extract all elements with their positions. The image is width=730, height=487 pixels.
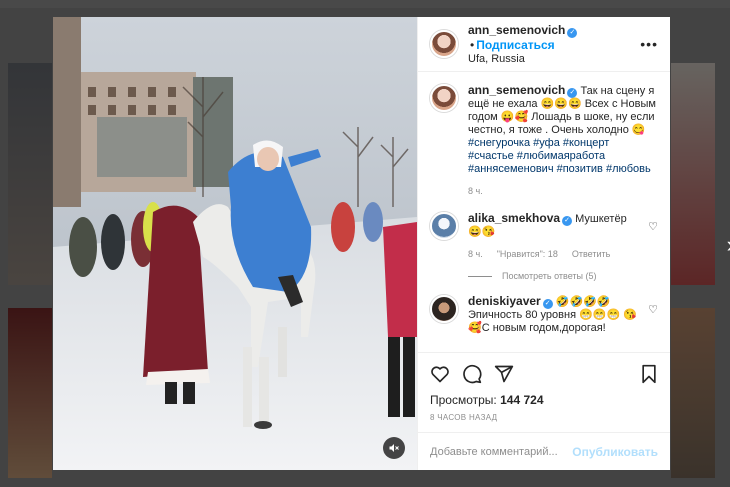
comment-icon[interactable] bbox=[462, 364, 482, 384]
comment-item: alika_smekhova ✓ Мушкетёр 😄😘 8 ч. "Нравит… bbox=[430, 212, 658, 261]
view-replies-label: Посмотреть ответы (5) bbox=[502, 271, 597, 281]
comment-item: deniskiyaver ✓ 🤣🤣🤣🤣 Эпичность 80 уровня 😁… bbox=[430, 295, 658, 335]
caption: ann_semenovich ✓ Так на сцену я ещё не ех… bbox=[430, 84, 658, 198]
bookmark-icon[interactable] bbox=[640, 364, 658, 384]
views-count[interactable]: Просмотры: 144 724 bbox=[430, 393, 658, 407]
avatar[interactable] bbox=[430, 84, 458, 112]
avatar[interactable] bbox=[430, 212, 458, 240]
comment-username[interactable]: deniskiyaver bbox=[468, 294, 541, 308]
avatar[interactable] bbox=[430, 30, 458, 58]
post-video[interactable] bbox=[53, 17, 417, 470]
video-frame bbox=[53, 17, 417, 470]
verified-icon: ✓ bbox=[567, 88, 578, 98]
post-actions: Просмотры: 144 724 8 ЧАСОВ НАЗАД bbox=[418, 352, 670, 422]
comments-list[interactable]: ann_semenovich ✓ Так на сцену я ещё не ех… bbox=[418, 72, 670, 352]
post-date[interactable]: 8 ЧАСОВ НАЗАД bbox=[430, 413, 658, 422]
post-sidebar: ann_semenovich ✓• Подписаться Ufa, Russia … bbox=[417, 17, 670, 470]
caption-hashtags[interactable]: #снегурочка #уфа #концерт #счастье #люби… bbox=[468, 137, 651, 175]
mute-icon[interactable] bbox=[383, 437, 405, 459]
comment-input[interactable] bbox=[430, 445, 573, 458]
post-username[interactable]: ann_semenovich bbox=[468, 23, 565, 37]
post-location[interactable]: Ufa, Russia bbox=[468, 52, 630, 66]
caption-time[interactable]: 8 ч. bbox=[468, 185, 483, 198]
heart-icon[interactable]: ♡ bbox=[648, 303, 658, 335]
share-icon[interactable] bbox=[494, 364, 514, 384]
caption-username[interactable]: ann_semenovich bbox=[468, 83, 565, 97]
follow-button[interactable]: Подписаться bbox=[476, 38, 554, 52]
verified-icon: ✓ bbox=[542, 299, 553, 309]
comment-username[interactable]: alika_smekhova bbox=[468, 211, 560, 225]
verified-icon: ✓ bbox=[562, 216, 573, 226]
heart-icon[interactable]: ♡ bbox=[648, 220, 658, 261]
comment-likes[interactable]: "Нравится": 18 bbox=[497, 248, 558, 261]
publish-button[interactable]: Опубликовать bbox=[572, 445, 658, 459]
post-modal: ann_semenovich ✓• Подписаться Ufa, Russia … bbox=[53, 17, 670, 470]
avatar[interactable] bbox=[430, 295, 458, 323]
reply-button[interactable]: Ответить bbox=[572, 248, 610, 261]
verified-icon: ✓ bbox=[567, 27, 578, 38]
add-comment-bar: Опубликовать bbox=[418, 432, 670, 470]
heart-icon[interactable] bbox=[430, 364, 450, 384]
view-replies-button[interactable]: Посмотреть ответы (5) bbox=[468, 271, 658, 281]
post-header: ann_semenovich ✓• Подписаться Ufa, Russia … bbox=[418, 17, 670, 72]
comment-time[interactable]: 8 ч. bbox=[468, 248, 483, 261]
more-icon[interactable]: ••• bbox=[640, 36, 658, 52]
